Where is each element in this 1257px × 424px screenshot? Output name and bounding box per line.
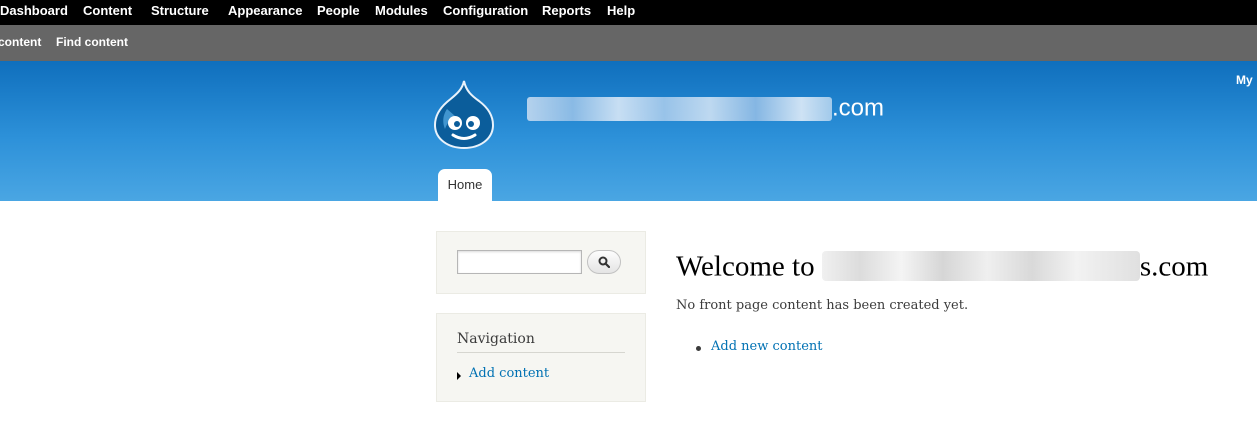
my-account-link[interactable]: My [1236, 73, 1253, 87]
menu-content[interactable]: Content [83, 3, 132, 18]
navigation-block: Navigation Add content [436, 313, 646, 402]
menu-dashboard[interactable]: Dashboard [0, 3, 68, 18]
no-content-message: No front page content has been created y… [676, 298, 969, 313]
page-title-prefix: Welcome to [676, 250, 822, 283]
navigation-title: Navigation [457, 330, 625, 353]
search-icon [598, 256, 610, 268]
search-button[interactable] [587, 250, 621, 274]
search-block [436, 231, 646, 294]
shortcut-add-content[interactable]: content [0, 35, 41, 49]
menu-structure[interactable]: Structure [151, 3, 209, 18]
menu-help[interactable]: Help [607, 3, 635, 18]
menu-modules[interactable]: Modules [375, 3, 428, 18]
list-bullet-icon [696, 346, 701, 351]
page-title: Welcome to s.com [676, 244, 1208, 284]
site-name-suffix: .com [832, 94, 885, 122]
redacted-title [821, 251, 1140, 282]
menu-reports[interactable]: Reports [542, 3, 591, 18]
menu-people[interactable]: People [317, 3, 360, 18]
site-name[interactable]: .com [527, 91, 884, 125]
menu-configuration[interactable]: Configuration [443, 3, 528, 18]
page-title-suffix: s.com [1139, 250, 1209, 283]
nav-link-add-content[interactable]: Add content [469, 366, 549, 381]
admin-toolbar: Dashboard Content Structure Appearance P… [0, 0, 1257, 25]
drupal-drop-logo-icon[interactable] [433, 79, 495, 150]
triangle-bullet-icon [457, 372, 461, 380]
menu-appearance[interactable]: Appearance [228, 3, 302, 18]
shortcut-find-content[interactable]: Find content [56, 35, 128, 49]
add-new-content-link[interactable]: Add new content [711, 339, 822, 354]
redacted-site-name [527, 96, 832, 121]
search-input[interactable] [457, 250, 582, 274]
site-header: My .com Home [0, 61, 1257, 201]
shortcut-bar: content Find content [0, 25, 1257, 61]
tab-home[interactable]: Home [438, 169, 492, 201]
